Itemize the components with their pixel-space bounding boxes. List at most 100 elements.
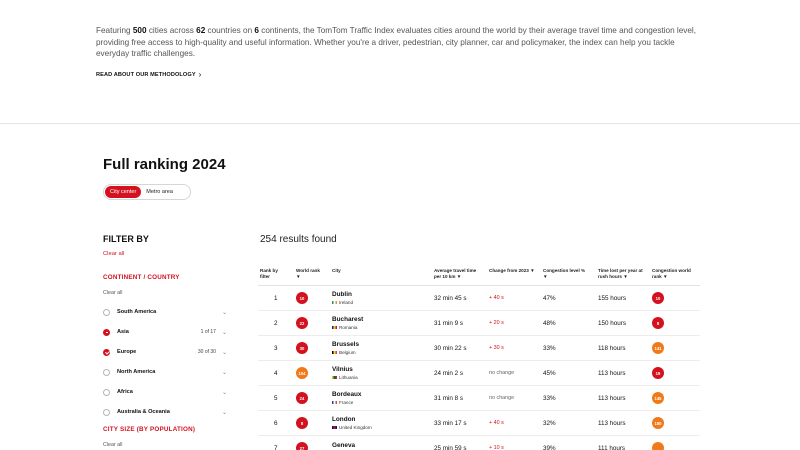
country-label: Romania bbox=[332, 325, 357, 330]
rank-by-filter: 1 bbox=[274, 294, 278, 302]
region-count: 30 of 30 bbox=[197, 349, 216, 355]
time-lost: 118 hours bbox=[598, 344, 626, 352]
table-row[interactable]: 3 30 Brussels Belgium 30 min 22 s + 30 s 33% 11… bbox=[258, 336, 700, 361]
congestion-world-rank-badge: 19 bbox=[652, 367, 664, 379]
country-flag-icon bbox=[332, 400, 337, 405]
header-rank-by-filter[interactable]: Rank by filter bbox=[260, 268, 278, 280]
region-checkbox[interactable] bbox=[103, 368, 110, 376]
rank-by-filter: 2 bbox=[274, 319, 278, 327]
region-checkbox[interactable] bbox=[103, 328, 110, 336]
time-lost: 111 hours bbox=[598, 444, 626, 450]
rank-by-filter: 5 bbox=[274, 394, 278, 402]
time-lost: 113 hours bbox=[598, 394, 626, 402]
congestion-world-rank-badge: 150 bbox=[652, 417, 664, 429]
clear-all-filters-link[interactable]: Clear all bbox=[103, 251, 124, 257]
region-checkbox[interactable] bbox=[103, 308, 110, 316]
country-label: Ireland bbox=[332, 300, 353, 305]
city-name[interactable]: Brussels bbox=[332, 341, 359, 348]
region-label: South America bbox=[117, 309, 157, 315]
intro-text: Featuring 500 cities across 62 countries… bbox=[96, 26, 697, 58]
area-toggle: City center Metro area bbox=[103, 184, 191, 200]
region-checkbox[interactable] bbox=[103, 388, 110, 396]
city-name[interactable]: Dublin bbox=[332, 291, 352, 298]
clear-continent-link[interactable]: Clear all bbox=[103, 290, 122, 296]
travel-time: 31 min 8 s bbox=[434, 394, 464, 402]
header-travel-time[interactable]: Average travel time per 10 km ▼ bbox=[434, 268, 476, 280]
region-option[interactable]: North America ⌄ bbox=[103, 366, 227, 378]
region-option[interactable]: Europe 30 of 30 ⌄ bbox=[103, 346, 227, 358]
world-rank-badge: 24 bbox=[296, 392, 308, 404]
time-lost: 155 hours bbox=[598, 294, 627, 302]
table-row[interactable]: 4 104 Vilnius Lithuania 24 min 2 s no change 4… bbox=[258, 361, 700, 386]
region-option[interactable]: Australia & Oceania ⌄ bbox=[103, 406, 227, 418]
region-checkbox[interactable] bbox=[103, 408, 110, 416]
chevron-down-icon[interactable]: ⌄ bbox=[222, 309, 227, 316]
chevron-down-icon[interactable]: ⌄ bbox=[222, 329, 227, 336]
congestion-world-rank-badge: 10 bbox=[652, 292, 664, 304]
filter-title: FILTER BY bbox=[103, 234, 149, 244]
rank-by-filter: 6 bbox=[274, 419, 278, 427]
table-row[interactable]: 2 22 Bucharest Romania 31 min 9 s + 20 s 48% 15… bbox=[258, 311, 700, 336]
rank-by-filter: 3 bbox=[274, 344, 278, 352]
header-city[interactable]: City bbox=[332, 268, 341, 274]
country-label: Belgium bbox=[332, 350, 356, 355]
clear-city-size-link[interactable]: Clear all bbox=[103, 442, 122, 448]
congestion-level: 32% bbox=[543, 419, 556, 427]
country-flag-icon bbox=[332, 425, 337, 430]
region-checkbox[interactable] bbox=[103, 348, 110, 356]
change-from-2023: + 20 s bbox=[489, 320, 504, 326]
region-label: Australia & Oceania bbox=[117, 409, 170, 415]
time-lost: 113 hours bbox=[598, 419, 626, 427]
country-label: United Kingdom bbox=[332, 425, 372, 430]
rank-by-filter: 7 bbox=[274, 444, 278, 450]
methodology-link[interactable]: READ ABOUT OUR METHODOLOGY › bbox=[96, 70, 201, 79]
table-header: Rank by filter World rank ▼ City Average t… bbox=[258, 267, 700, 286]
section-divider bbox=[0, 123, 800, 124]
header-congestion-world-rank[interactable]: Congestion world rank ▼ bbox=[652, 268, 691, 280]
change-from-2023: no change bbox=[489, 370, 515, 376]
table-row[interactable]: 7 27 Geneva 25 min 59 s + 10 s 39% 111 hours bbox=[258, 436, 700, 450]
table-row[interactable]: 6 8 London United Kingdom 33 min 17 s + 40 s 3… bbox=[258, 411, 700, 436]
chevron-down-icon[interactable]: ⌄ bbox=[222, 389, 227, 396]
travel-time: 31 min 9 s bbox=[434, 319, 464, 327]
metro-area-toggle[interactable]: Metro area bbox=[141, 186, 178, 198]
table-row[interactable]: 1 10 Dublin Ireland 32 min 45 s + 40 s 47% 155 … bbox=[258, 286, 700, 311]
region-option[interactable]: South America ⌄ bbox=[103, 306, 227, 318]
chevron-down-icon[interactable]: ⌄ bbox=[222, 369, 227, 376]
header-congestion-level[interactable]: Congestion level % ▼ bbox=[543, 268, 585, 280]
congestion-world-rank-badge: 8 bbox=[652, 317, 664, 329]
world-rank-badge: 8 bbox=[296, 417, 308, 429]
chevron-down-icon[interactable]: ⌄ bbox=[222, 409, 227, 416]
city-name[interactable]: London bbox=[332, 416, 355, 423]
cities-count: 500 bbox=[132, 26, 147, 35]
countries-count: 62 bbox=[196, 26, 206, 35]
country-flag-icon bbox=[332, 300, 337, 305]
travel-time: 24 min 2 s bbox=[434, 369, 464, 377]
chevron-down-icon[interactable]: ⌄ bbox=[222, 349, 227, 356]
congestion-world-rank-badge bbox=[652, 442, 664, 450]
city-name[interactable]: Bordeaux bbox=[332, 391, 361, 398]
region-option[interactable]: Asia 1 of 17 ⌄ bbox=[103, 326, 227, 338]
header-time-lost[interactable]: Time lost per year at rush hours ▼ bbox=[598, 268, 643, 280]
congestion-level: 33% bbox=[543, 394, 556, 402]
table-row[interactable]: 5 24 Bordeaux France 31 min 8 s no change 33% 1… bbox=[258, 386, 700, 411]
city-size-title: CITY SIZE (BY POPULATION) bbox=[103, 426, 196, 433]
city-center-toggle[interactable]: City center bbox=[105, 186, 142, 198]
region-label: Africa bbox=[117, 389, 133, 395]
region-label: Europe bbox=[117, 349, 137, 355]
results-count: 254 results found bbox=[260, 234, 337, 245]
city-name[interactable]: Bucharest bbox=[332, 316, 363, 323]
city-name[interactable]: Geneva bbox=[332, 442, 355, 449]
header-change[interactable]: Change from 2023 ▼ bbox=[489, 268, 535, 274]
world-rank-badge: 10 bbox=[296, 292, 308, 304]
region-count: 1 of 17 bbox=[200, 329, 216, 335]
header-world-rank[interactable]: World rank ▼ bbox=[296, 268, 320, 280]
region-label: Asia bbox=[117, 329, 129, 335]
congestion-level: 48% bbox=[543, 319, 556, 327]
region-option[interactable]: Africa ⌄ bbox=[103, 386, 227, 398]
world-rank-badge: 30 bbox=[296, 342, 308, 354]
congestion-level: 39% bbox=[543, 444, 556, 450]
city-name[interactable]: Vilnius bbox=[332, 366, 353, 373]
travel-time: 30 min 22 s bbox=[434, 344, 467, 352]
rank-by-filter: 4 bbox=[274, 369, 278, 377]
